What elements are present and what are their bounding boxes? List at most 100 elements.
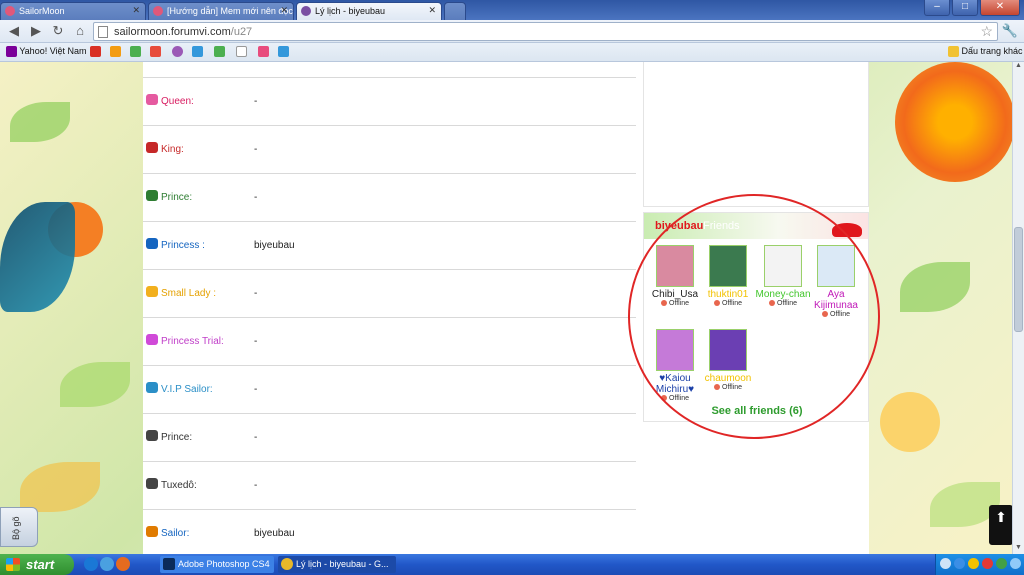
- folder-icon: [948, 46, 959, 58]
- bookmark-icon: [278, 46, 289, 58]
- browser-tab-bar: SailorMoon ✕ [Hướng dẫn] Mem mới nên đọc…: [0, 0, 1024, 20]
- page-icon: [236, 46, 247, 58]
- tray-icon[interactable]: [954, 558, 965, 569]
- close-tab-icon[interactable]: ✕: [280, 5, 288, 16]
- reload-button[interactable]: ↻: [50, 23, 66, 39]
- chrome-icon: [281, 558, 293, 570]
- rank-badge-icon: [146, 430, 158, 441]
- scroll-up-arrow-icon[interactable]: ▲: [1013, 62, 1024, 72]
- minimize-button[interactable]: –: [924, 0, 950, 16]
- profile-row: Small Lady : -: [143, 270, 636, 318]
- chrome-icon: [172, 46, 183, 58]
- bookmark-7[interactable]: [214, 46, 225, 59]
- task-chrome[interactable]: Lý lịch - biyeubau - G...: [278, 556, 396, 573]
- input-method-button[interactable]: Bộ gõ: [0, 507, 38, 547]
- bookmark-2[interactable]: [110, 46, 121, 59]
- bookmark-3[interactable]: [130, 46, 141, 59]
- new-tab-button[interactable]: [444, 2, 466, 20]
- tab-ly-lich[interactable]: Lý lịch - biyeubau ✕: [296, 2, 442, 20]
- page-icon: [98, 26, 108, 38]
- maximize-button[interactable]: □: [952, 0, 978, 16]
- profile-row-partial: [143, 62, 636, 78]
- rank-badge-icon: [146, 238, 158, 249]
- bookmark-icon: [150, 46, 161, 58]
- bookmark-icon: [192, 46, 203, 58]
- rank-badge-icon: [146, 190, 158, 201]
- tray-icon[interactable]: [996, 558, 1007, 569]
- bookmark-6[interactable]: [192, 46, 203, 59]
- chat-icon: [214, 46, 225, 58]
- tab-sailormoon[interactable]: SailorMoon ✕: [0, 2, 146, 20]
- bookmark-other[interactable]: Dấu trang khác: [948, 46, 1023, 59]
- bookmark-yahoo[interactable]: Yahoo! Việt Nam: [6, 46, 87, 59]
- home-button[interactable]: ⌂: [72, 23, 88, 39]
- profile-row: Princess : biyeubau: [143, 222, 636, 270]
- bookmark-5[interactable]: [172, 46, 183, 59]
- tray-icon[interactable]: [968, 558, 979, 569]
- profile-row: V.I.P Sailor: -: [143, 366, 636, 414]
- rank-badge-icon: [146, 382, 158, 393]
- windows-taskbar: start Adobe Photoshop CS4 Lý lịch - biye…: [0, 554, 1024, 575]
- rank-badge-icon: [146, 478, 158, 489]
- windows-logo-icon: [6, 558, 20, 571]
- scroll-down-arrow-icon[interactable]: ▼: [1013, 544, 1024, 554]
- wrench-menu-icon[interactable]: 🔧: [1002, 23, 1018, 39]
- tab-huong-dan[interactable]: [Hướng dẫn] Mem mới nên đọc ✕: [148, 2, 294, 20]
- yahoo-icon: [6, 46, 17, 58]
- vertical-scrollbar[interactable]: ▲ ▼: [1012, 62, 1024, 554]
- bookmark-star-icon[interactable]: ☆: [980, 23, 993, 40]
- leaf-decoration: [10, 102, 70, 142]
- scrollbar-thumb[interactable]: [1014, 227, 1023, 332]
- tray-icon[interactable]: [982, 558, 993, 569]
- favicon-icon: [301, 6, 311, 16]
- start-button[interactable]: start: [0, 554, 74, 575]
- profile-row: Prince: -: [143, 414, 636, 462]
- tab-title: SailorMoon: [19, 6, 65, 16]
- forward-button[interactable]: ▶: [28, 23, 44, 39]
- flower-decoration: [880, 392, 940, 452]
- bookmark-10[interactable]: [278, 46, 289, 59]
- heart-icon: [258, 46, 269, 58]
- bookmark-icon: [110, 46, 121, 58]
- gmail-bookmark[interactable]: [90, 46, 101, 59]
- scroll-to-top-button[interactable]: ⬆: [989, 505, 1012, 545]
- show-desktop-icon[interactable]: [100, 557, 114, 571]
- butterfly-decoration: [0, 202, 75, 312]
- rank-badge-icon: [146, 526, 158, 537]
- bookmark-9[interactable]: [258, 46, 269, 59]
- profile-row: Princess Trial: -: [143, 318, 636, 366]
- network-icon[interactable]: [1010, 558, 1021, 569]
- task-photoshop[interactable]: Adobe Photoshop CS4: [160, 556, 274, 573]
- bookmark-4[interactable]: [150, 46, 161, 59]
- profile-row: Sailor: biyeubau: [143, 510, 636, 554]
- crown-icon: [146, 94, 158, 105]
- chat-icon: [130, 46, 141, 58]
- leaf-decoration: [60, 362, 130, 407]
- favicon-icon: [5, 6, 15, 16]
- tray-arrow-icon[interactable]: [940, 558, 951, 569]
- crown-icon: [146, 334, 158, 345]
- crown-icon: [146, 286, 158, 297]
- close-tab-icon[interactable]: ✕: [428, 5, 436, 16]
- firefox-icon[interactable]: [116, 557, 130, 571]
- profile-row: Queen: -: [143, 78, 636, 126]
- close-tab-icon[interactable]: ✕: [132, 5, 140, 16]
- profile-row: King: -: [143, 126, 636, 174]
- red-highlight-circle: [628, 194, 880, 439]
- address-bar[interactable]: sailormoon.forumvi.com/u27 ☆: [93, 22, 998, 41]
- tab-title: [Hướng dẫn] Mem mới nên đọc: [167, 6, 293, 16]
- close-window-button[interactable]: ✕: [980, 0, 1020, 16]
- back-button[interactable]: ◀: [6, 23, 22, 39]
- profile-ranks-column: Queen: - King: - Prince: - Princess : bi…: [143, 62, 640, 554]
- bookmark-8[interactable]: [236, 46, 247, 59]
- window-controls: – □ ✕: [922, 0, 1020, 16]
- ie-icon[interactable]: [84, 557, 98, 571]
- sidebar-empty-box: [643, 62, 869, 207]
- navigation-toolbar: ◀ ▶ ↻ ⌂ sailormoon.forumvi.com/u27 ☆ 🔧: [0, 20, 1024, 43]
- profile-row: Tuxedô: -: [143, 462, 636, 510]
- system-tray: [935, 554, 1024, 575]
- flower-decoration: [895, 62, 1012, 182]
- leaf-decoration: [900, 262, 970, 312]
- rank-badge-icon: [146, 142, 158, 153]
- leaf-decoration: [20, 462, 100, 512]
